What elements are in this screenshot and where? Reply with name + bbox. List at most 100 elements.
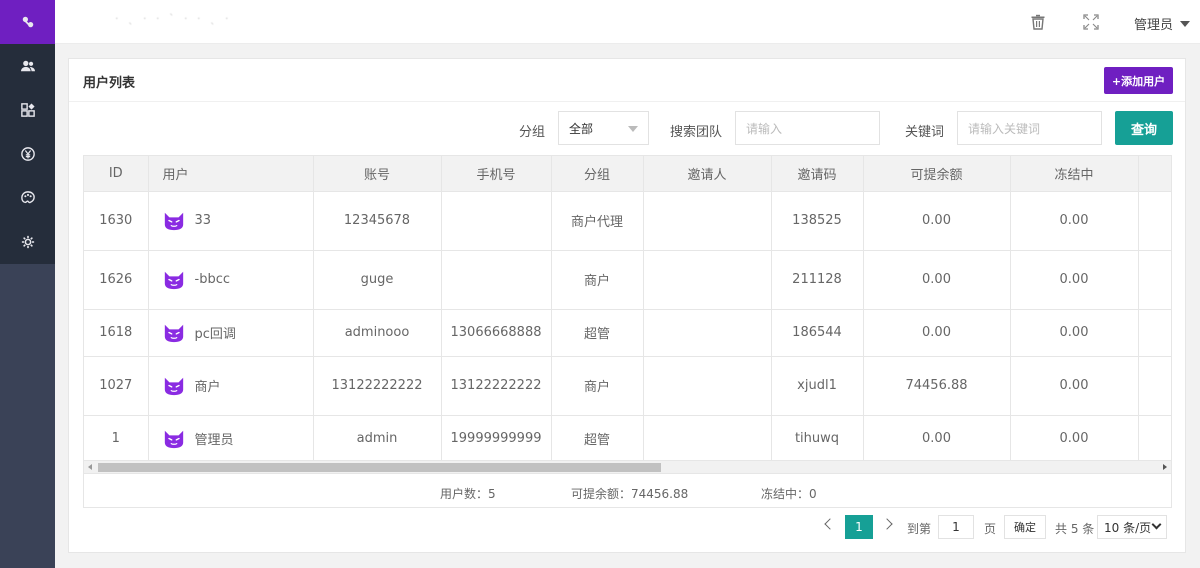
- cell-code: tihuwq: [771, 415, 864, 460]
- col-header[interactable]: 邀请人: [643, 156, 772, 192]
- chevron-down-icon: [1151, 519, 1162, 530]
- sidebar: [0, 0, 55, 568]
- cell-frozen: 0.00: [1010, 309, 1139, 357]
- team-search-placeholder: 请输入: [746, 121, 783, 136]
- cell-phone: 13066668888: [441, 309, 552, 357]
- scrollbar-thumb[interactable]: [98, 463, 661, 472]
- cell-id: 1: [84, 415, 149, 460]
- cell-account: 13122222222: [313, 356, 442, 416]
- table-row[interactable]: 1618 pc回调 adminooo 13066668888 超管 186544 0.00 0…: [84, 309, 1171, 357]
- table-row[interactable]: 1027 商户 13122222222 13122222222 商户 xjudl1 7445…: [84, 356, 1171, 416]
- prev-page-icon[interactable]: [824, 518, 836, 530]
- table-row[interactable]: 1 管理员 admin 19999999999 超管 tihuwq 0.00 0.00: [84, 415, 1171, 460]
- users-icon: [20, 60, 35, 72]
- frozen-total: 冻结中：0: [761, 487, 817, 501]
- cell-code: xjudl1: [771, 356, 864, 416]
- panel-header: 用户列表 +添加用户: [69, 59, 1185, 102]
- col-header[interactable]: 分组: [551, 156, 644, 192]
- group-select[interactable]: 全部: [558, 111, 649, 145]
- cell-account: admin: [313, 415, 442, 460]
- cell-group: 超管: [551, 415, 644, 460]
- cell-balance: 0.00: [863, 309, 1011, 357]
- avatar-icon: [163, 322, 185, 344]
- cell-frozen: 0.00: [1010, 356, 1139, 416]
- balance-total: 可提余额：74456.88: [571, 487, 689, 501]
- cell-user-name: 管理员: [194, 433, 234, 448]
- user-list-panel: 用户列表 +添加用户 分组 全部 搜索团队 请输入 关键词 请输入关键词 查询 …: [68, 58, 1186, 553]
- next-page-icon[interactable]: [881, 518, 893, 530]
- cell-user: 商户: [148, 356, 314, 416]
- clear-cache-button[interactable]: [1030, 14, 1046, 30]
- col-header[interactable]: ID: [84, 156, 149, 192]
- col-header[interactable]: 手机号: [441, 156, 552, 192]
- table-row[interactable]: 1630 33 12345678 商户代理 138525 0.00 0.00: [84, 191, 1171, 251]
- cell-user: pc回调: [148, 309, 314, 357]
- sidebar-item-settings[interactable]: [0, 220, 55, 264]
- col-header[interactable]: 累: [1138, 156, 1171, 192]
- team-search-input[interactable]: 请输入: [735, 111, 880, 145]
- apps-icon: [20, 103, 35, 117]
- cell-inviter: [643, 191, 772, 251]
- cell-extra: [1138, 250, 1171, 310]
- avatar-icon: [163, 210, 185, 232]
- chevron-down-icon: [628, 126, 638, 132]
- cell-phone: 13122222222: [441, 356, 552, 416]
- cell-id: 1626: [84, 250, 149, 310]
- sidebar-menu: [0, 0, 55, 264]
- page-current[interactable]: 1: [845, 515, 873, 539]
- cell-group: 商户: [551, 250, 644, 310]
- table-row[interactable]: 1626 -bbcc guge 商户 211128 0.00 0.00: [84, 250, 1171, 310]
- cell-extra: [1138, 356, 1171, 416]
- cell-id: 1027: [84, 356, 149, 416]
- cell-code: 138525: [771, 191, 864, 251]
- col-header[interactable]: 用户: [148, 156, 314, 192]
- cell-group: 商户: [551, 356, 644, 416]
- cell-user-name: -bbcc: [194, 272, 231, 287]
- cell-code: 186544: [771, 309, 864, 357]
- settings-icon: [21, 235, 34, 249]
- cell-frozen: 0.00: [1010, 191, 1139, 251]
- goto-confirm-button[interactable]: 确定: [1004, 515, 1046, 539]
- cell-balance: 0.00: [863, 191, 1011, 251]
- keyword-input[interactable]: 请输入关键词: [957, 111, 1102, 145]
- admin-label: 管理员: [1134, 18, 1174, 33]
- group-select-value: 全部: [569, 121, 594, 136]
- page-size-value: 10 条/页: [1104, 520, 1152, 535]
- col-header[interactable]: 冻结中: [1010, 156, 1139, 192]
- page-title: 用户列表: [83, 76, 136, 91]
- goto-label: 到第: [907, 522, 932, 536]
- logo[interactable]: [0, 0, 55, 44]
- fullscreen-button[interactable]: [1083, 14, 1099, 30]
- cell-extra: [1138, 415, 1171, 460]
- sidebar-item-apps[interactable]: [0, 88, 55, 132]
- col-header[interactable]: 邀请码: [771, 156, 864, 192]
- cell-extra: [1138, 309, 1171, 357]
- sidebar-item-finance[interactable]: [0, 132, 55, 176]
- sidebar-item-theme[interactable]: [0, 176, 55, 220]
- sidebar-item-users[interactable]: [0, 44, 55, 88]
- cell-group: 超管: [551, 309, 644, 357]
- palette-icon: [20, 191, 35, 204]
- user-table: ID 用户 账号 手机号 分组 邀请人 邀请码 可提余额 冻结中 累 1630 3…: [83, 155, 1172, 460]
- scroll-left-icon[interactable]: [88, 464, 92, 470]
- query-button[interactable]: 查询: [1115, 111, 1173, 145]
- chevron-down-icon: [1180, 20, 1191, 27]
- col-header[interactable]: 账号: [313, 156, 442, 192]
- scroll-right-icon[interactable]: [1163, 464, 1167, 470]
- horizontal-scrollbar[interactable]: [83, 460, 1172, 474]
- cell-id: 1630: [84, 191, 149, 251]
- col-header[interactable]: 可提余额: [863, 156, 1011, 192]
- goto-page-input[interactable]: 1: [938, 515, 974, 539]
- cell-user: 管理员: [148, 415, 314, 460]
- cell-balance: 0.00: [863, 415, 1011, 460]
- yen-icon: [20, 147, 35, 161]
- admin-menu[interactable]: 管理员: [1134, 14, 1191, 33]
- cell-phone: [441, 191, 552, 251]
- add-user-button[interactable]: +添加用户: [1104, 67, 1173, 94]
- cell-user-name: pc回调: [194, 327, 236, 342]
- page-size-select[interactable]: 10 条/页: [1097, 515, 1167, 539]
- cell-inviter: [643, 309, 772, 357]
- cell-balance: 74456.88: [863, 356, 1011, 416]
- avatar-icon: [163, 375, 185, 397]
- cell-phone: [441, 250, 552, 310]
